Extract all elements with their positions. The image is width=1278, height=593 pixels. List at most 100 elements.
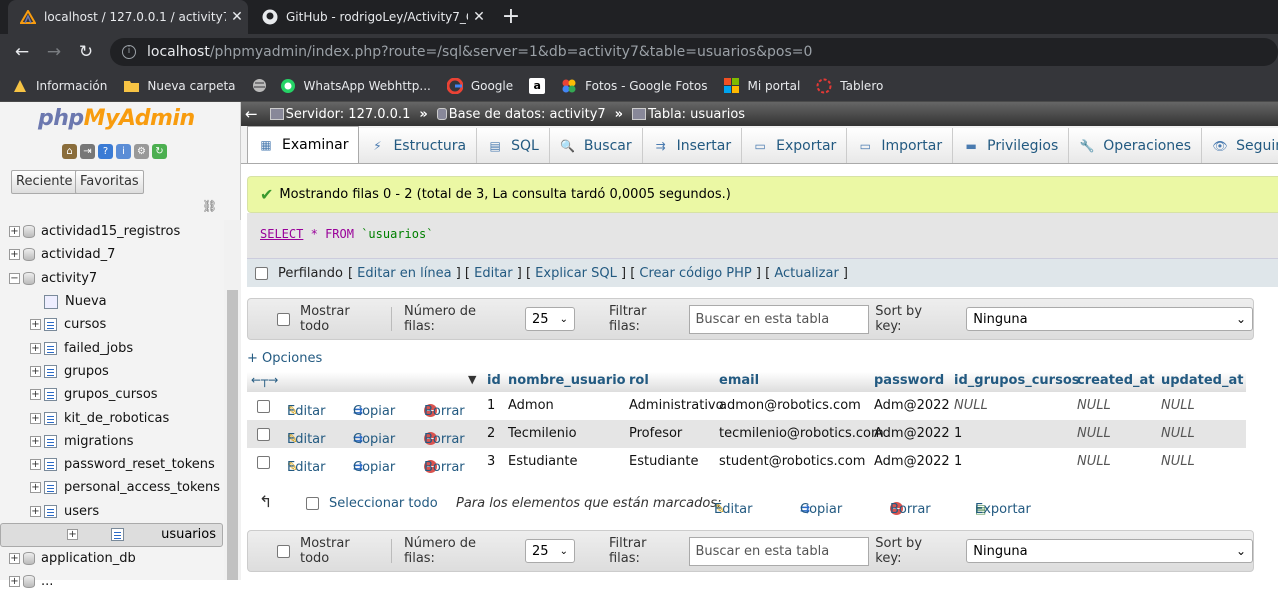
expand-icon[interactable]: + <box>30 342 41 354</box>
bookmark-whatsapp[interactable]: WhatsApp Webhttp... <box>280 78 431 94</box>
options-link[interactable]: + Opciones <box>247 351 322 366</box>
expand-icon[interactable]: + <box>30 505 41 517</box>
tab-seguimiento[interactable]: 👁Seguimien <box>1202 128 1278 163</box>
select-all-label[interactable]: Seleccionar todo <box>329 496 438 511</box>
link-create-php[interactable]: Crear código PHP <box>639 266 751 281</box>
col-rol[interactable]: rol <box>629 373 649 388</box>
link-edit[interactable]: Editar <box>474 266 513 281</box>
table-cell[interactable]: 1 <box>487 398 495 413</box>
link-edit-inline[interactable]: Editar en línea <box>357 266 451 281</box>
col-email[interactable]: email <box>719 373 759 388</box>
table-cell[interactable]: 3 <box>487 454 495 469</box>
tree-item[interactable]: + password_reset_tokens <box>0 453 223 476</box>
expand-icon[interactable]: + <box>9 553 20 564</box>
tab-exportar[interactable]: ▭ Exportar <box>742 128 848 163</box>
expand-icon[interactable]: + <box>30 365 41 377</box>
bookmark-mi-portal[interactable]: Mi portal <box>723 78 800 94</box>
column-resize-arrows-icon[interactable]: ←┬→ <box>251 373 278 387</box>
reload-nav-icon[interactable]: ↻ <box>152 144 167 159</box>
new-tab-icon[interactable]: + <box>498 4 524 30</box>
select-all-checkbox[interactable] <box>306 497 319 510</box>
tree-item[interactable]: + application_db <box>0 547 223 570</box>
table-cell[interactable]: Adm@2022 <box>874 454 950 469</box>
expand-icon[interactable]: + <box>30 459 41 471</box>
rows-select[interactable]: 25 ⌄ <box>524 539 575 563</box>
sort-select[interactable]: Ninguna ⌄ <box>966 307 1253 331</box>
tab-operaciones[interactable]: 🔧 Operaciones <box>1069 128 1203 163</box>
help-icon[interactable]: ? <box>98 144 113 159</box>
profiling-checkbox[interactable] <box>255 266 268 280</box>
info-icon[interactable]: i <box>122 45 136 59</box>
bookmark-google-fotos[interactable]: Fotos - Google Fotos <box>561 78 707 94</box>
close-tab-icon[interactable]: ✕ <box>226 9 248 25</box>
link-chain-icon[interactable]: ⛓ <box>202 199 217 213</box>
breadcrumb-server[interactable]: Servidor: 127.0.0.1 <box>269 107 410 122</box>
row-checkbox[interactable] <box>257 428 270 441</box>
show-all-checkbox[interactable] <box>277 312 290 326</box>
tree-item[interactable]: + migrations <box>0 430 223 453</box>
expand-icon[interactable]: + <box>9 226 20 238</box>
expand-icon[interactable]: + <box>30 435 41 447</box>
rows-select[interactable]: 25 ⌄ <box>524 307 575 331</box>
reload-icon[interactable]: ↻ <box>70 42 102 62</box>
tree-item[interactable]: + actividad_7 <box>0 243 223 266</box>
tab-importar[interactable]: ▭ Importar <box>847 128 954 163</box>
tree-item[interactable]: + cursos <box>0 313 223 336</box>
col-id-grupos-cursos[interactable]: id_grupos_cursos <box>954 373 1080 388</box>
table-cell[interactable]: Estudiante <box>508 454 578 469</box>
bookmark-tablero[interactable]: Tablero <box>816 78 883 94</box>
phpmyadmin-logo[interactable]: phpMyAdmin <box>38 106 195 131</box>
close-tab-icon[interactable]: ✕ <box>468 9 490 25</box>
bookmark-nueva-carpeta[interactable]: Nueva carpeta <box>123 78 236 94</box>
table-cell[interactable]: 1 <box>954 426 962 441</box>
breadcrumb-database[interactable]: Base de datos: activity7 <box>436 107 606 122</box>
tab-sql[interactable]: ▤ SQL <box>477 128 550 163</box>
settings-icon[interactable]: ⚙ <box>134 144 149 159</box>
tree-item[interactable]: + grupos_cursos <box>0 383 223 406</box>
table-cell[interactable]: NULL <box>1161 454 1195 469</box>
tree-item[interactable]: + users <box>0 500 223 523</box>
exit-icon[interactable]: ⇥ <box>80 144 95 159</box>
table-cell[interactable]: NULL <box>1161 426 1195 441</box>
collapse-arrow-icon[interactable]: ← <box>245 105 258 123</box>
expand-icon[interactable]: + <box>67 529 79 541</box>
filter-rows-input[interactable]: Buscar en esta tabla <box>689 536 870 566</box>
table-cell[interactable]: Adm@2022 <box>874 426 950 441</box>
tab-examinar[interactable]: ▦ Examinar <box>247 126 360 163</box>
table-cell[interactable]: Tecmilenio <box>508 426 577 441</box>
row-checkbox[interactable] <box>257 400 270 413</box>
tab-estructura[interactable]: ⚡ Estructura <box>359 128 478 163</box>
filter-rows-input[interactable]: Buscar en esta tabla <box>689 304 870 334</box>
expand-icon[interactable]: + <box>9 249 20 261</box>
col-updated-at[interactable]: updated_at <box>1161 373 1243 388</box>
expand-icon[interactable]: + <box>30 412 41 424</box>
link-explain-sql[interactable]: Explicar SQL <box>535 266 617 281</box>
bookmark-globe[interactable] <box>252 78 276 94</box>
tree-item[interactable]: + actividad15_registros <box>0 220 223 243</box>
favorites-button[interactable]: Favoritas <box>75 170 144 194</box>
browser-tab-phpmyadmin[interactable]: localhost / 127.0.0.1 / activity7 / u ✕ <box>8 0 248 34</box>
tree-item[interactable]: Nueva <box>0 290 223 313</box>
home-icon[interactable]: ⌂ <box>62 144 77 159</box>
sql-keyword-select[interactable]: SELECT <box>260 227 303 241</box>
collapse-icon[interactable]: − <box>9 272 20 284</box>
tree-item[interactable]: +... <box>0 570 223 593</box>
expand-icon[interactable]: + <box>30 482 41 494</box>
table-cell[interactable]: tecmilenio@robotics.com <box>719 426 884 441</box>
table-cell[interactable]: NULL <box>1161 398 1195 413</box>
tree-item[interactable]: + grupos <box>0 360 223 383</box>
browser-tab-github[interactable]: GitHub - rodrigoLey/Activity7_Cu ✕ <box>250 0 490 34</box>
table-cell[interactable]: Estudiante <box>629 454 699 469</box>
tree-item[interactable]: − activity7 <box>0 267 223 290</box>
tab-buscar[interactable]: 🔍 Buscar <box>549 128 643 163</box>
table-cell[interactable]: student@robotics.com <box>719 454 865 469</box>
breadcrumb-table[interactable]: Tabla: usuarios <box>632 107 745 122</box>
expand-icon[interactable]: + <box>30 319 41 331</box>
bookmark-informacion[interactable]: Información <box>12 78 107 94</box>
table-cell[interactable]: Admon <box>508 398 554 413</box>
url-field[interactable]: i localhost/phpmyadmin/index.php?route=/… <box>110 38 1278 66</box>
table-cell[interactable]: NULL <box>954 398 988 413</box>
nav-scrollbar[interactable] <box>224 220 241 580</box>
table-cell[interactable]: 2 <box>487 426 495 441</box>
col-id[interactable]: id <box>487 373 501 388</box>
